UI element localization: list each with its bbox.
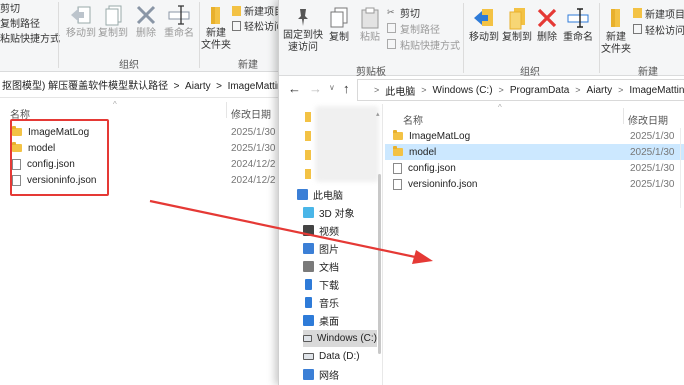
annotation-arrow [149, 199, 433, 264]
arrow-shaft [149, 199, 421, 260]
screenshot-stage: 剪切 复制路径 粘贴快捷方式 移动到 复制到 删除 重命名 新建 文件夹 新建项… [0, 0, 684, 385]
arrow-head [412, 250, 433, 264]
